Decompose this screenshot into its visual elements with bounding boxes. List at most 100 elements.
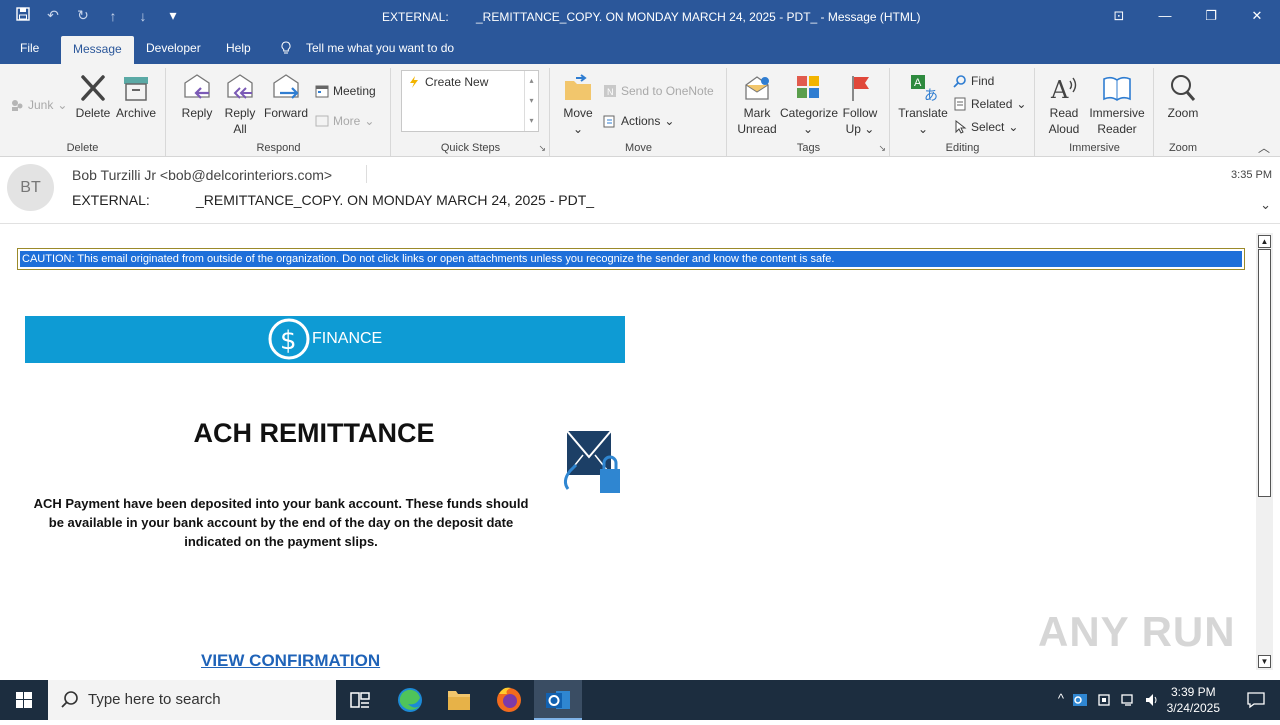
read-aloud-button[interactable]: A Read Aloud [1042, 73, 1086, 137]
save-icon[interactable] [14, 7, 32, 24]
reply-button[interactable]: Reply [177, 73, 217, 121]
close-button[interactable]: ✕ [1234, 0, 1280, 33]
dropdown-icon: ⌄ [664, 114, 675, 128]
up-arrow-icon[interactable]: ↑ [104, 8, 122, 24]
subject-line: EXTERNAL: _REMITTANCE_COPY. ON MONDAY MAR… [72, 192, 594, 208]
tell-me-search[interactable]: Tell me what you want to do [306, 41, 454, 55]
meeting-button[interactable]: Meeting [315, 84, 376, 98]
redo-icon[interactable]: ↻ [74, 7, 92, 24]
junk-button[interactable]: Junk ⌄ [10, 98, 67, 112]
delete-button[interactable]: Delete [72, 73, 114, 121]
more-respond-button[interactable]: More ⌄ [315, 114, 374, 128]
translate-button[interactable]: Aあ Translate ⌄ [897, 73, 949, 137]
vertical-scrollbar[interactable]: ▲ ▼ [1256, 233, 1273, 670]
group-label-quick-steps: Quick Steps [440, 142, 501, 154]
network-icon[interactable] [1120, 692, 1136, 708]
ribbon-display-options-icon[interactable]: ⊡ [1096, 0, 1142, 33]
gallery-scroll[interactable]: ▴ ▾ ▾ [524, 71, 538, 131]
sender[interactable]: Bob Turzilli Jr <bob@delcorinteriors.com… [72, 167, 332, 183]
show-hidden-icons-icon[interactable]: ^ [1058, 691, 1064, 706]
title-subject: _REMITTANCE_COPY. ON MONDAY MARCH 24, 20… [476, 10, 921, 24]
find-button[interactable]: Find [953, 74, 994, 88]
mark-unread-button[interactable]: Mark Unread [734, 73, 780, 137]
more-label: More [333, 114, 361, 128]
zoom-button[interactable]: Zoom [1161, 73, 1205, 121]
archive-icon [124, 77, 148, 101]
caution-text: CAUTION: This email originated from outs… [20, 251, 1242, 267]
minimize-button[interactable]: — [1142, 0, 1188, 33]
tab-file[interactable]: File [20, 41, 39, 55]
create-new-quick-step[interactable]: Create New [407, 75, 488, 89]
search-placeholder: Type here to search [88, 691, 221, 708]
file-explorer-taskbar-button[interactable] [435, 680, 483, 720]
categorize-button[interactable]: Categorize ⌄ [780, 73, 839, 137]
group-zoom: Zoom Zoom [1155, 68, 1211, 156]
scroll-thumb[interactable] [1258, 249, 1271, 497]
send-to-onenote-button[interactable]: N Send to OneNote [603, 84, 714, 98]
find-label: Find [971, 74, 995, 88]
translate-icon: Aあ [911, 75, 938, 103]
group-label-respond: Respond [256, 142, 301, 154]
forward-button[interactable]: Forward [263, 73, 309, 121]
taskbar-search[interactable]: Type here to search [48, 680, 336, 720]
follow-up-button[interactable]: Follow Up ⌄ [838, 73, 882, 137]
network-adapter-icon[interactable] [1096, 692, 1112, 708]
reply-all-button[interactable]: Reply All [219, 73, 261, 137]
maximize-button[interactable]: ❐ [1188, 0, 1234, 33]
actions-button[interactable]: Actions ⌄ [603, 114, 674, 128]
avatar[interactable]: BT [7, 164, 54, 211]
move-button[interactable]: Move ⌄ [557, 73, 599, 137]
edge-icon [398, 688, 422, 712]
outlook-tray-icon[interactable] [1072, 692, 1088, 708]
ach-heading: ACH REMITTANCE [193, 418, 435, 448]
more-icon [315, 115, 329, 127]
related-icon [954, 97, 966, 111]
magnifier-icon [1171, 75, 1196, 101]
related-button[interactable]: Related ⌄ [953, 97, 1026, 111]
start-button[interactable] [0, 680, 48, 720]
reply-all-label-2: All [233, 122, 247, 136]
tab-help[interactable]: Help [226, 41, 251, 55]
title-bar: ↶ ↻ ↑ ↓ ▾ EXTERNAL: _REMITTANCE_COPY. ON … [0, 0, 1280, 33]
ribbon-tabs: File Message Developer Help Tell me what… [0, 33, 1280, 64]
select-button[interactable]: Select ⌄ [953, 120, 1018, 134]
edge-taskbar-button[interactable] [386, 680, 434, 720]
delete-label: Delete [75, 106, 111, 120]
group-label-move: Move [625, 142, 652, 154]
scroll-up-icon[interactable]: ▲ [1258, 235, 1271, 248]
categorize-label: Categorize [780, 106, 839, 120]
dropdown-icon: ⌄ [1016, 97, 1027, 111]
tab-developer[interactable]: Developer [146, 41, 201, 55]
customize-qat-icon[interactable]: ▾ [164, 7, 182, 24]
collapse-ribbon-icon[interactable]: ︿ [1258, 139, 1270, 156]
tab-message[interactable]: Message [61, 36, 134, 64]
notification-icon[interactable] [1246, 690, 1266, 710]
taskbar: Type here to search ^ 3:39 PM 3/24/2025 [0, 680, 1280, 720]
forward-label: Forward [263, 106, 308, 120]
received-time: 3:35 PM [1231, 169, 1272, 181]
anyrun-watermark: ANY RUN [1038, 608, 1236, 655]
immersive-reader-button[interactable]: Immersive Reader [1086, 73, 1148, 137]
scroll-down-icon[interactable]: ▼ [1258, 655, 1271, 668]
clock[interactable]: 3:39 PM 3/24/2025 [1167, 684, 1220, 716]
view-confirmation-link[interactable]: VIEW CONFIRMATION [201, 651, 380, 671]
svg-text:あ: あ [924, 88, 938, 103]
mark-unread-label-2: Unread [737, 122, 777, 136]
dialog-launcher-icon[interactable]: ↘ [878, 143, 886, 154]
dropdown-icon: ⌄ [802, 122, 814, 136]
expand-header-icon[interactable]: ⌄ [1260, 197, 1271, 213]
send-onenote-label: Send to OneNote [621, 84, 714, 98]
undo-icon[interactable]: ↶ [44, 7, 62, 24]
task-view-button[interactable] [336, 680, 384, 720]
move-folder-icon [565, 74, 591, 100]
finance-label: FINANCE [312, 330, 383, 347]
dialog-launcher-icon[interactable]: ↘ [538, 143, 546, 154]
group-respond: Reply Reply All Forward Meeting More ⌄ Res… [167, 68, 391, 156]
volume-icon[interactable] [1144, 692, 1160, 708]
outlook-taskbar-button[interactable] [534, 680, 582, 720]
meeting-icon [315, 85, 329, 98]
caution-banner: CAUTION: This email originated from outs… [17, 248, 1245, 270]
firefox-taskbar-button[interactable] [485, 680, 533, 720]
down-arrow-icon[interactable]: ↓ [134, 8, 152, 24]
archive-button[interactable]: Archive [114, 73, 158, 121]
